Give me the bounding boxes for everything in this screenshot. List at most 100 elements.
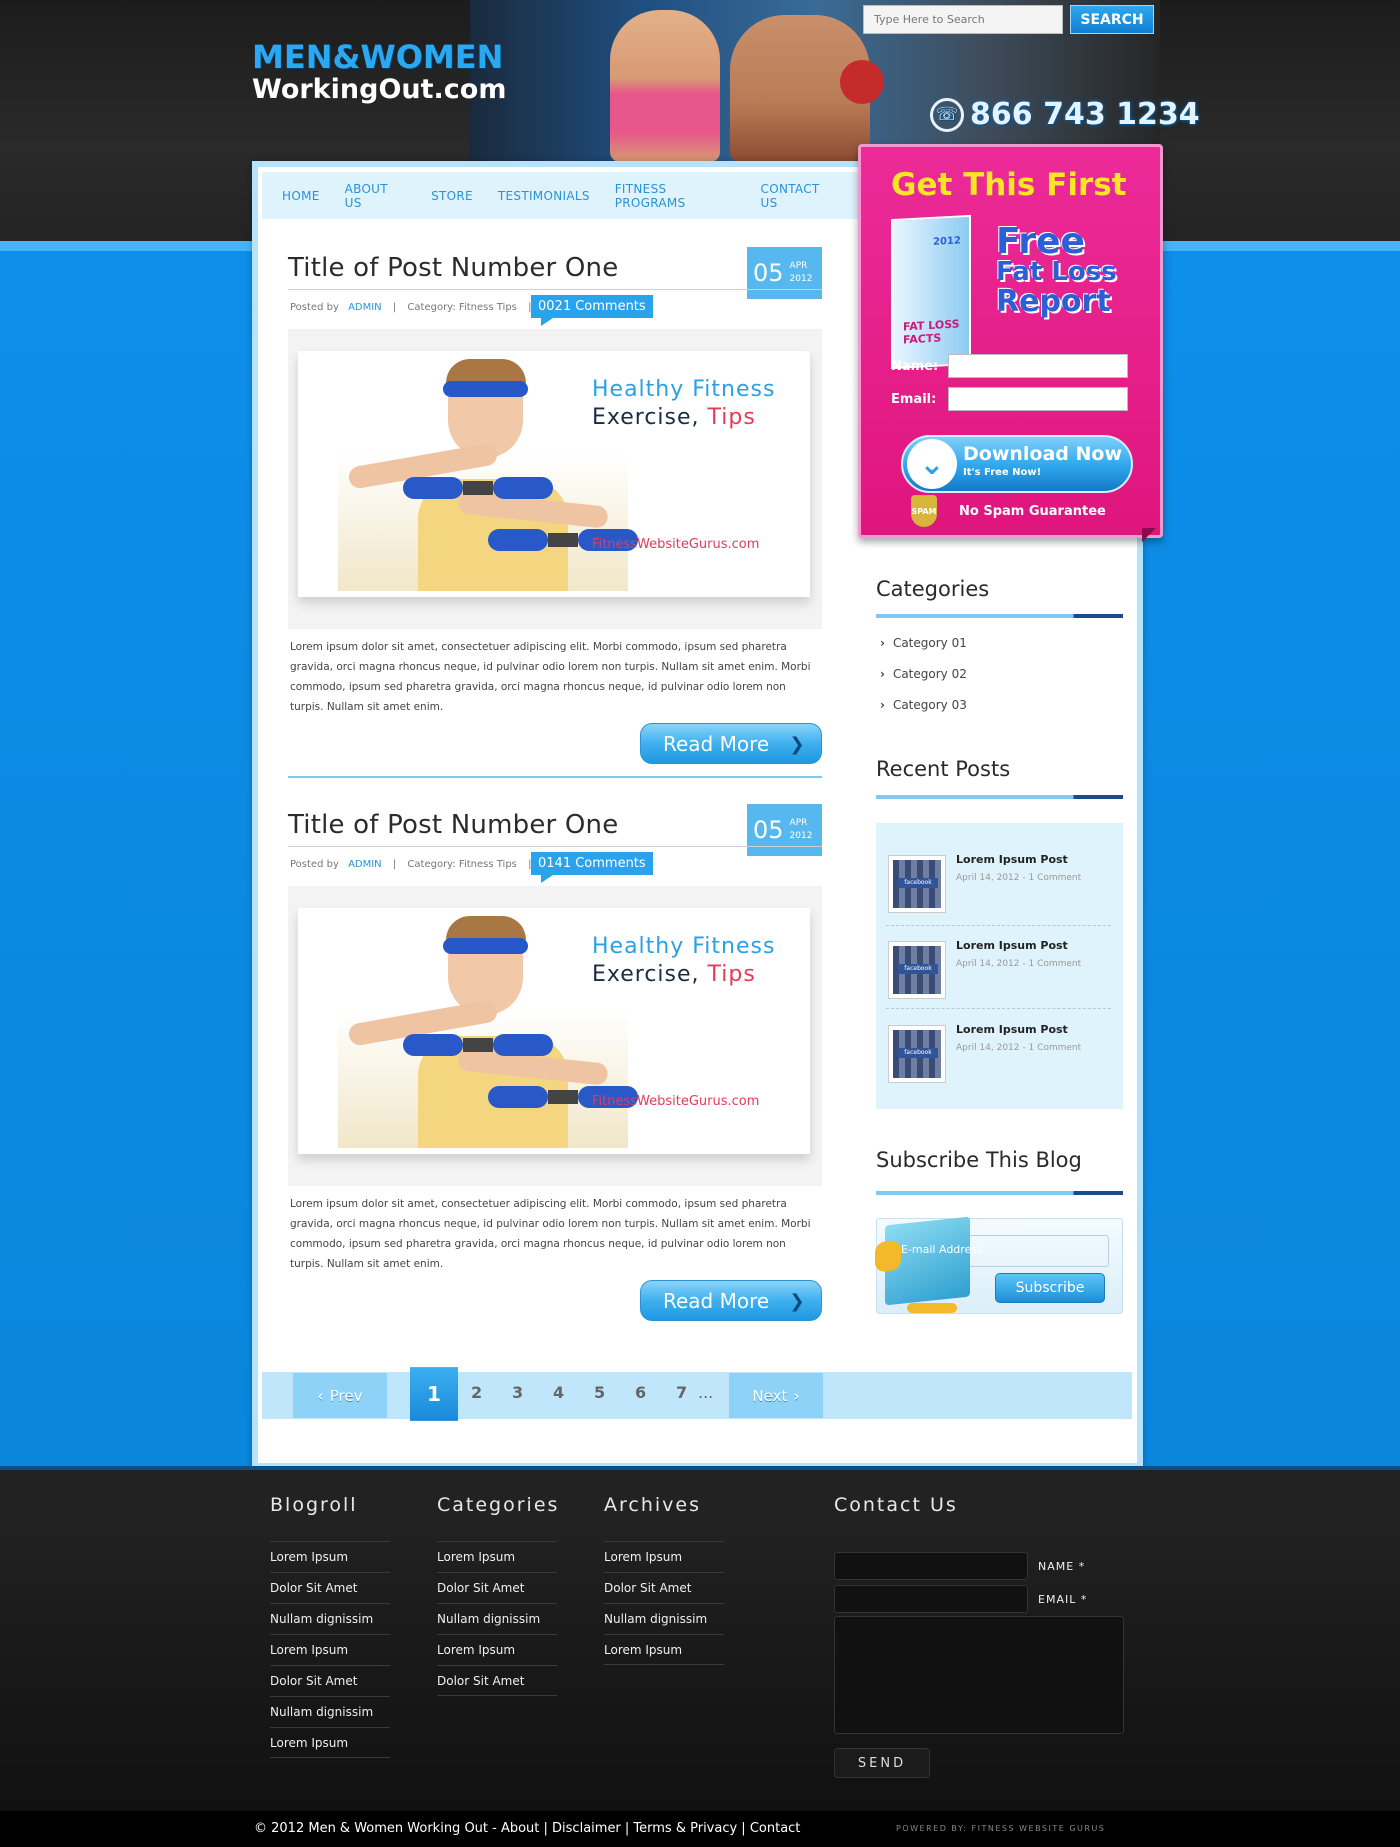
recent-post-meta: April 14, 2012 - 1 Comment xyxy=(956,873,1082,883)
footer-categories-list: Lorem Ipsum Dolor Sit Amet Nullam dignis… xyxy=(437,1541,557,1696)
optin-email-field[interactable] xyxy=(948,387,1128,411)
post-featured-image[interactable]: Healthy Fitness Exercise, Tips FitnessWe… xyxy=(288,886,822,1186)
contact-email-field[interactable] xyxy=(834,1585,1028,1613)
offer-free: Free xyxy=(996,221,1085,262)
recent-post-item[interactable]: facebook Lorem Ipsum Post April 14, 2012… xyxy=(888,851,1113,931)
footer-link[interactable]: Lorem Ipsum xyxy=(270,1727,390,1758)
prev-label: Prev xyxy=(329,1386,363,1405)
search-input[interactable]: Type Here to Search xyxy=(863,5,1063,34)
footer-link[interactable]: Lorem Ipsum xyxy=(270,1634,390,1665)
image-card: Healthy Fitness Exercise, Tips FitnessWe… xyxy=(298,351,810,597)
pagination-bar xyxy=(262,1372,1132,1419)
pagination-next-button[interactable]: Next › xyxy=(729,1373,823,1418)
meta-author-link[interactable]: ADMIN xyxy=(348,859,382,870)
category-link[interactable]: › Category 02 xyxy=(880,667,967,681)
footer-link[interactable]: Dolor Sit Amet xyxy=(437,1572,557,1603)
footer-link[interactable]: Lorem Ipsum xyxy=(604,1634,724,1665)
search-button[interactable]: SEARCH xyxy=(1070,5,1154,34)
nav-contact-us[interactable]: CONTACT US xyxy=(761,182,837,210)
footer-link[interactable]: Dolor Sit Amet xyxy=(437,1665,557,1696)
chevron-right-icon: ❯ xyxy=(789,733,805,755)
comments-badge[interactable]: 0021 Comments xyxy=(531,295,653,326)
recent-post-item[interactable]: facebook Lorem Ipsum Post April 14, 2012… xyxy=(888,1021,1113,1101)
footer-link[interactable]: Nullam dignissim xyxy=(270,1696,390,1727)
download-label: Download Now xyxy=(963,443,1123,465)
nav-about-us[interactable]: ABOUT US xyxy=(345,182,406,210)
date-month-year: APR 2012 xyxy=(790,260,813,286)
recent-posts-list: facebook Lorem Ipsum Post April 14, 2012… xyxy=(876,823,1123,1109)
pagination-page[interactable]: 2 xyxy=(471,1383,482,1402)
dumbbell xyxy=(488,529,548,551)
pagination-page[interactable]: 6 xyxy=(635,1383,646,1402)
nav-testimonials[interactable]: TESTIMONIALS xyxy=(498,189,590,203)
contact-name-field[interactable] xyxy=(834,1552,1028,1580)
post-title[interactable]: Title of Post Number One xyxy=(288,253,618,283)
optin-name-row: Name: xyxy=(891,354,1128,378)
optin-name-label: Name: xyxy=(891,358,939,374)
powered-by[interactable]: POWERED BY: FITNESS WEBSITE GURUS xyxy=(896,1824,1105,1833)
footer-link[interactable]: Nullam dignissim xyxy=(270,1603,390,1634)
nav-fitness-programs[interactable]: FITNESS PROGRAMS xyxy=(615,182,736,210)
image-headline: Healthy Fitness xyxy=(592,934,776,959)
recent-posts-widget-title: Recent Posts xyxy=(876,757,1011,781)
thumbnail-image: facebook xyxy=(893,946,941,994)
category-link[interactable]: › Category 03 xyxy=(880,698,967,712)
woman-with-dumbbells-image xyxy=(338,359,638,591)
subscribe-button[interactable]: Subscribe xyxy=(995,1273,1105,1303)
footer-link[interactable]: Dolor Sit Amet xyxy=(604,1572,724,1603)
footer-link[interactable]: Lorem Ipsum xyxy=(270,1541,390,1572)
send-button[interactable]: SEND xyxy=(834,1748,930,1778)
download-now-button[interactable]: ⌄ Download Now It's Free Now! xyxy=(901,435,1133,493)
recent-post-meta: April 14, 2012 - 1 Comment xyxy=(956,959,1082,969)
meta-author-link[interactable]: ADMIN xyxy=(348,302,382,313)
copyright-links[interactable]: © 2012 Men & Women Working Out - About |… xyxy=(254,1821,800,1836)
read-more-button[interactable]: Read More ❯ xyxy=(640,1280,822,1321)
contact-message-field[interactable] xyxy=(834,1616,1124,1734)
post-title[interactable]: Title of Post Number One xyxy=(288,810,618,840)
chevron-right-icon: › xyxy=(880,698,885,712)
footer-link[interactable]: Dolor Sit Amet xyxy=(270,1572,390,1603)
pagination-page[interactable]: 5 xyxy=(594,1383,605,1402)
widget-divider xyxy=(876,614,1123,618)
meta-category[interactable]: Category: Fitness Tips xyxy=(407,302,516,313)
post-excerpt: Lorem ipsum dolor sit amet, consectetuer… xyxy=(290,1198,811,1270)
footer-link[interactable]: Nullam dignissim xyxy=(437,1603,557,1634)
subscribe-box: E-mail Address Subscribe xyxy=(875,1216,1123,1314)
meta-category[interactable]: Category: Fitness Tips xyxy=(407,859,516,870)
recent-post-thumbnail: facebook xyxy=(888,941,946,999)
recent-post-item[interactable]: facebook Lorem Ipsum Post April 14, 2012… xyxy=(888,937,1113,1017)
woman-with-dumbbells-image xyxy=(338,916,638,1148)
pagination-page-current[interactable]: 1 xyxy=(410,1367,458,1421)
pagination-page[interactable]: 4 xyxy=(553,1383,564,1402)
ebook-year: 2012 xyxy=(933,235,961,248)
category-label: Category 02 xyxy=(892,667,967,681)
next-label: Next xyxy=(752,1386,788,1405)
optin-name-field[interactable] xyxy=(948,354,1128,378)
read-more-button[interactable]: Read More ❯ xyxy=(640,723,822,764)
phone-icon: ☏ xyxy=(930,97,964,132)
pagination-prev-button[interactable]: ‹ Prev xyxy=(293,1373,387,1418)
footer-link[interactable]: Lorem Ipsum xyxy=(437,1541,557,1572)
optin-offer-text: Free Fat Loss Report xyxy=(996,221,1117,317)
widget-divider xyxy=(876,1191,1123,1195)
pagination-page[interactable]: 3 xyxy=(512,1383,523,1402)
footer-link[interactable]: Lorem Ipsum xyxy=(437,1634,557,1665)
post-divider xyxy=(288,776,822,778)
headband xyxy=(443,938,528,954)
footer-link[interactable]: Lorem Ipsum xyxy=(604,1541,724,1572)
pagination-page[interactable]: 7 xyxy=(676,1383,687,1402)
footer-link[interactable]: Dolor Sit Amet xyxy=(270,1665,390,1696)
woman-hair xyxy=(446,359,526,383)
post-date: 05 APR 2012 xyxy=(747,804,822,856)
image-site-url: FitnessWebsiteGurus.com xyxy=(592,537,760,552)
dumbbell xyxy=(403,1034,463,1056)
recent-post-title: Lorem Ipsum Post xyxy=(956,1023,1068,1036)
optin-headline: Get This First xyxy=(891,167,1127,203)
nav-home[interactable]: HOME xyxy=(282,189,320,203)
comments-badge[interactable]: 0141 Comments xyxy=(531,852,653,883)
footer-link[interactable]: Nullam dignissim xyxy=(604,1603,724,1634)
post-featured-image[interactable]: Healthy Fitness Exercise, Tips FitnessWe… xyxy=(288,329,822,629)
category-link[interactable]: › Category 01 xyxy=(880,636,967,650)
site-logo[interactable]: MEN&WOMEN WorkingOut.com xyxy=(252,38,506,105)
nav-store[interactable]: STORE xyxy=(431,189,473,203)
